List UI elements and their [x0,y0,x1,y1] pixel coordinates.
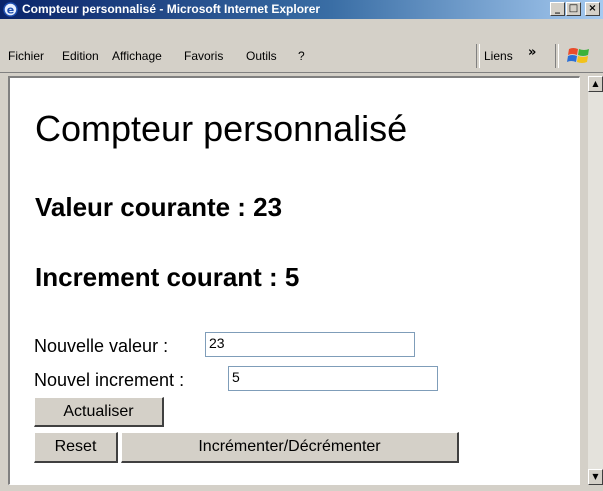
menu-edition[interactable]: Edition [62,49,99,63]
window-title: Compteur personnalisé - Microsoft Intern… [22,2,321,16]
scroll-up-arrow-icon[interactable]: ▲ [588,76,603,92]
new-value-label: Nouvelle valeur : [34,336,169,356]
chevron-right-icon[interactable]: » [528,45,536,60]
internet-explorer-icon: e [3,2,18,17]
menubar-separator [476,44,480,68]
title-bar: e Compteur personnalisé - Microsoft Inte… [0,0,603,19]
menubar-separator [555,44,559,68]
links-button[interactable]: Liens [484,49,513,63]
svg-text:e: e [7,4,14,17]
vertical-scrollbar[interactable]: ▲ ▼ [588,76,603,485]
current-increment-heading: Increment courant : 5 [35,262,300,292]
increment-decrement-button[interactable]: Incrémenter/Décrémenter [121,432,459,463]
close-button[interactable]: × [585,2,600,16]
new-increment-label: Nouvel increment : [34,370,185,390]
scroll-down-arrow-icon[interactable]: ▼ [588,469,603,485]
menu-fichier[interactable]: Fichier [8,49,44,63]
minimize-button[interactable]: _ [550,2,565,16]
menu-help[interactable]: ? [298,49,305,63]
windows-logo-icon [567,48,589,63]
menu-strip-top [0,19,603,40]
menu-bar: Fichier Edition Affichage Favoris Outils… [0,40,603,73]
page-title: Compteur personnalisé [35,108,408,149]
menu-outils[interactable]: Outils [246,49,277,63]
menu-favoris[interactable]: Favoris [184,49,223,63]
current-value-heading: Valeur courante : 23 [35,192,283,222]
page-content: Compteur personnalisé Valeur courante : … [8,76,580,485]
menu-affichage[interactable]: Affichage [112,49,162,63]
update-button[interactable]: Actualiser [34,397,164,427]
browser-window: e Compteur personnalisé - Microsoft Inte… [0,0,603,491]
new-increment-input[interactable]: 5 [228,366,438,391]
new-value-input[interactable]: 23 [205,332,415,357]
reset-button[interactable]: Reset [34,432,118,463]
maximize-button[interactable]: □ [566,2,581,16]
